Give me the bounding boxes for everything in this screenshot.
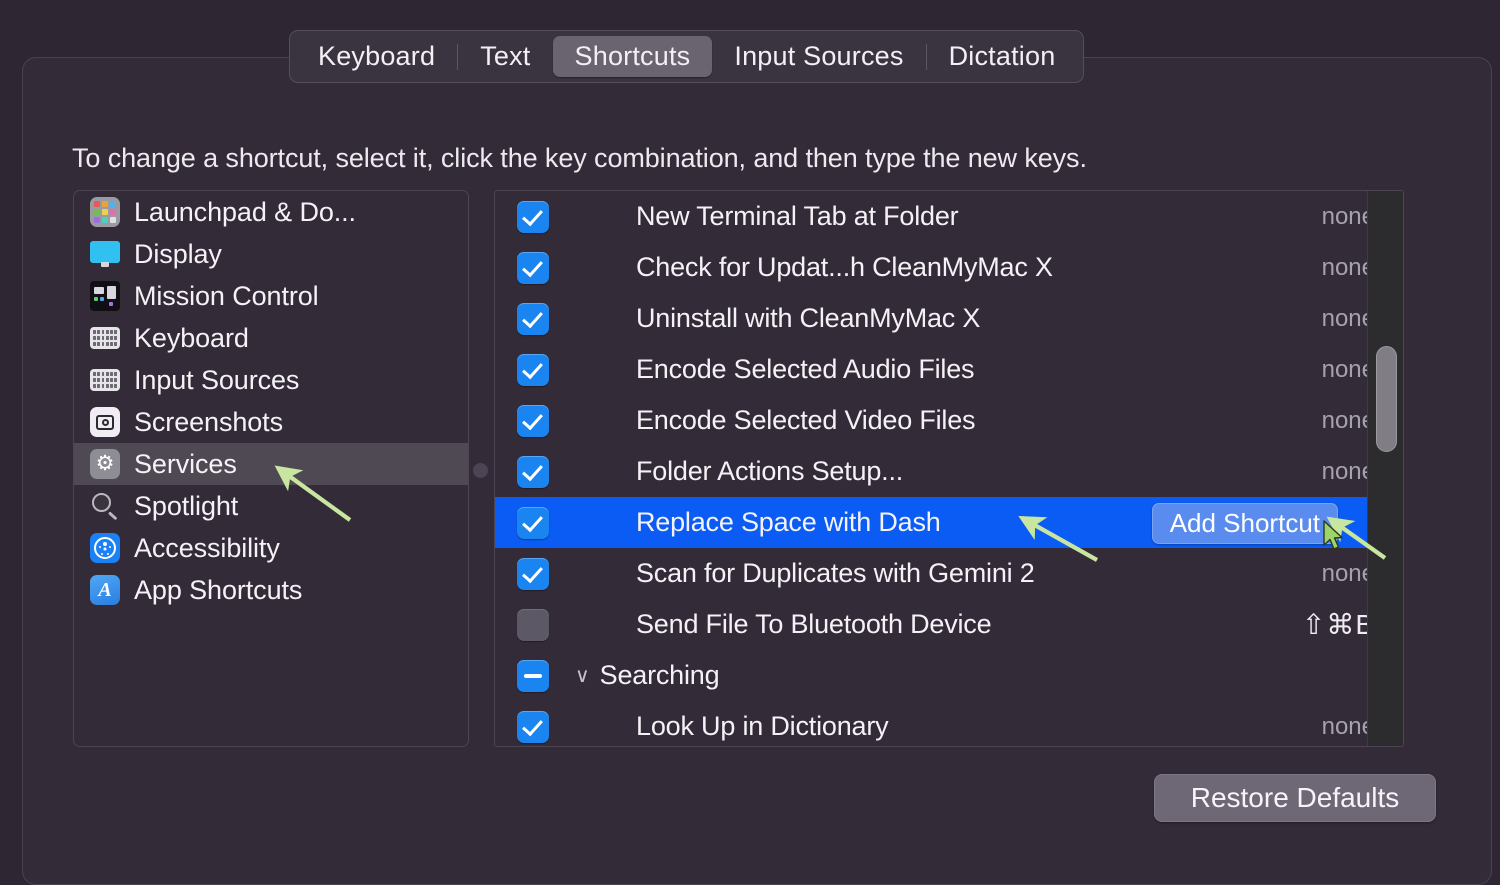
- shortcut-name: Encode Selected Video Files: [636, 405, 1200, 436]
- tab-dictation-label: Dictation: [949, 41, 1056, 72]
- table-row[interactable]: Encode Selected Video Files none: [495, 395, 1403, 446]
- row-checkbox-cell[interactable]: [495, 558, 571, 590]
- checkbox-checked-icon[interactable]: [517, 711, 549, 743]
- launchpad-icon: [90, 197, 120, 227]
- checkbox-unchecked-icon[interactable]: [517, 609, 549, 641]
- table-row[interactable]: Encode Selected Audio Files none: [495, 344, 1403, 395]
- shortcut-name: Uninstall with CleanMyMac X: [636, 303, 1200, 334]
- sidebar-item-display[interactable]: Display: [74, 233, 468, 275]
- checkbox-checked-icon[interactable]: [517, 558, 549, 590]
- spotlight-search-icon: [90, 491, 120, 521]
- row-checkbox-cell[interactable]: [495, 507, 571, 539]
- sidebar-item-label: Input Sources: [134, 365, 299, 396]
- sidebar-item-spotlight[interactable]: Spotlight: [74, 485, 468, 527]
- screenshots-icon: [90, 407, 120, 437]
- table-row-selected[interactable]: Replace Space with Dash Add Shortcut: [495, 497, 1403, 548]
- checkbox-checked-icon[interactable]: [517, 354, 549, 386]
- shortcut-name: Send File To Bluetooth Device: [636, 609, 1200, 640]
- sidebar-item-launchpad-and-dock[interactable]: Launchpad & Do...: [74, 191, 468, 233]
- tab-keyboard-label: Keyboard: [318, 41, 435, 72]
- mission-control-icon: [90, 281, 120, 311]
- instructions-text: To change a shortcut, select it, click t…: [72, 143, 1087, 174]
- sidebar-item-label: Accessibility: [134, 533, 280, 564]
- input-sources-icon: [90, 365, 120, 395]
- shortcut-name: Scan for Duplicates with Gemini 2: [636, 558, 1200, 589]
- checkbox-mixed-icon[interactable]: [517, 660, 549, 692]
- table-row[interactable]: Check for Updat...h CleanMyMac X none: [495, 242, 1403, 293]
- preferences-tabbar: Keyboard Text Shortcuts Input Sources Di…: [289, 30, 1084, 83]
- table-row[interactable]: Look Up in Dictionary none: [495, 701, 1403, 747]
- shortcut-category-sidebar[interactable]: Launchpad & Do... Display Mission Contro…: [73, 190, 469, 747]
- sidebar-resize-handle[interactable]: [473, 463, 488, 478]
- keyboard-icon: [90, 323, 120, 353]
- table-row[interactable]: Folder Actions Setup... none: [495, 446, 1403, 497]
- sidebar-item-label: Screenshots: [134, 407, 283, 438]
- tab-shortcuts[interactable]: Shortcuts: [553, 36, 713, 77]
- tab-input-sources[interactable]: Input Sources: [712, 36, 925, 77]
- table-row[interactable]: Scan for Duplicates with Gemini 2 none: [495, 548, 1403, 599]
- scrollbar-thumb[interactable]: [1376, 346, 1397, 452]
- checkbox-checked-icon[interactable]: [517, 405, 549, 437]
- row-checkbox-cell[interactable]: [495, 609, 571, 641]
- sidebar-item-screenshots[interactable]: Screenshots: [74, 401, 468, 443]
- shortcut-group-name: Searching: [600, 660, 1200, 691]
- table-row[interactable]: Uninstall with CleanMyMac X none: [495, 293, 1403, 344]
- accessibility-icon: [90, 533, 120, 563]
- sidebar-item-services[interactable]: ⚙ Services: [74, 443, 468, 485]
- tab-input-sources-label: Input Sources: [734, 41, 903, 72]
- row-checkbox-cell[interactable]: [495, 354, 571, 386]
- row-checkbox-cell[interactable]: [495, 456, 571, 488]
- shortcut-name: Look Up in Dictionary: [636, 711, 1200, 742]
- sidebar-item-input-sources[interactable]: Input Sources: [74, 359, 468, 401]
- tab-dictation[interactable]: Dictation: [927, 36, 1078, 77]
- shortcut-name: Encode Selected Audio Files: [636, 354, 1200, 385]
- tab-keyboard[interactable]: Keyboard: [296, 36, 457, 77]
- sidebar-item-accessibility[interactable]: Accessibility: [74, 527, 468, 569]
- row-checkbox-cell[interactable]: [495, 252, 571, 284]
- tab-shortcuts-label: Shortcuts: [575, 41, 691, 72]
- shortcuts-list[interactable]: New Terminal Tab at Folder none Check fo…: [494, 190, 1404, 747]
- sidebar-item-label: Services: [134, 449, 237, 480]
- row-checkbox-cell[interactable]: [495, 303, 571, 335]
- tab-text-label: Text: [480, 41, 530, 72]
- restore-defaults-button[interactable]: Restore Defaults: [1154, 774, 1436, 822]
- sidebar-item-mission-control[interactable]: Mission Control: [74, 275, 468, 317]
- shortcut-name: Check for Updat...h CleanMyMac X: [636, 252, 1200, 283]
- checkbox-checked-icon[interactable]: [517, 507, 549, 539]
- row-checkbox-cell[interactable]: [495, 711, 571, 743]
- sidebar-item-label: Keyboard: [134, 323, 249, 354]
- display-icon: [90, 239, 120, 269]
- row-checkbox-cell[interactable]: [495, 201, 571, 233]
- sidebar-item-keyboard[interactable]: Keyboard: [74, 317, 468, 359]
- services-gear-icon: ⚙: [90, 449, 120, 479]
- sidebar-item-app-shortcuts[interactable]: A App Shortcuts: [74, 569, 468, 611]
- shortcut-name: Folder Actions Setup...: [636, 456, 1200, 487]
- sidebar-item-label: Display: [134, 239, 222, 270]
- app-shortcuts-icon: A: [90, 575, 120, 605]
- checkbox-checked-icon[interactable]: [517, 456, 549, 488]
- row-checkbox-cell[interactable]: [495, 660, 571, 692]
- add-shortcut-button[interactable]: Add Shortcut: [1152, 503, 1338, 544]
- checkbox-checked-icon[interactable]: [517, 303, 549, 335]
- checkbox-checked-icon[interactable]: [517, 201, 549, 233]
- chevron-down-icon[interactable]: ∨: [575, 666, 590, 686]
- table-row-group[interactable]: ∨ Searching: [495, 650, 1403, 701]
- checkbox-checked-icon[interactable]: [517, 252, 549, 284]
- list-scrollbar[interactable]: [1367, 191, 1403, 746]
- sidebar-item-label: Spotlight: [134, 491, 238, 522]
- sidebar-item-label: Mission Control: [134, 281, 319, 312]
- shortcut-name: New Terminal Tab at Folder: [636, 201, 1200, 232]
- tab-text[interactable]: Text: [458, 36, 552, 77]
- sidebar-item-label: Launchpad & Do...: [134, 197, 356, 228]
- keyboard-preferences-window: Keyboard Text Shortcuts Input Sources Di…: [0, 0, 1500, 882]
- table-row[interactable]: New Terminal Tab at Folder none: [495, 191, 1403, 242]
- sidebar-item-label: App Shortcuts: [134, 575, 302, 606]
- row-checkbox-cell[interactable]: [495, 405, 571, 437]
- table-row[interactable]: Send File To Bluetooth Device ⇧⌘B: [495, 599, 1403, 650]
